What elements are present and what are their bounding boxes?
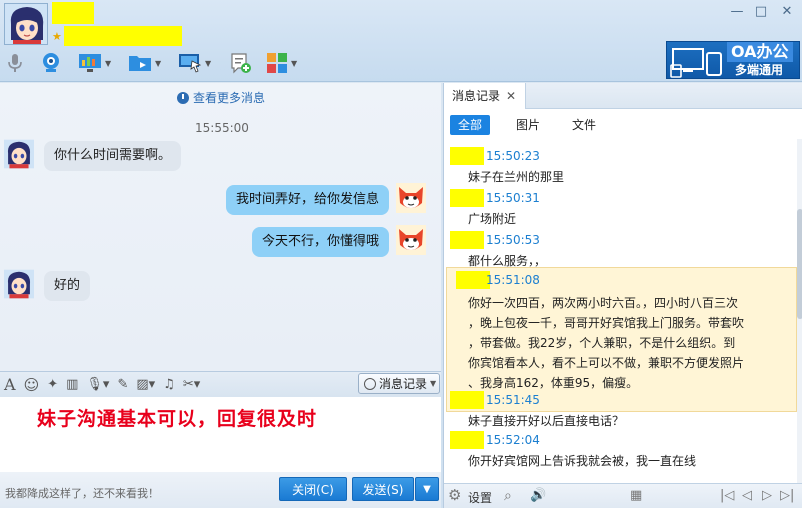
title-bar: ★ — □ ✕ ▼ ▼ ▼ ▼ OA办公 多端通用: [0, 0, 802, 82]
message-text: 妹子直接开好以后直接电话？: [468, 414, 625, 428]
message-time: 15:50:23: [486, 149, 540, 163]
contact-avatar[interactable]: [4, 3, 48, 45]
voice-message-icon[interactable]: 🎙▾: [86, 375, 109, 395]
redacted-sender: [450, 391, 484, 409]
video-clip-icon[interactable]: ▥: [66, 375, 78, 395]
search-icon[interactable]: ⌕: [504, 488, 512, 504]
self-avatar-small[interactable]: [396, 225, 426, 255]
clock-icon: [177, 91, 189, 104]
tab-label: 消息记录: [452, 89, 501, 103]
maximize-button[interactable]: □: [752, 4, 770, 20]
last-page-icon[interactable]: ▷|: [780, 488, 794, 503]
send-button[interactable]: 发送(S): [352, 477, 414, 501]
history-message-list[interactable]: 15:50:23 妹子在兰州的那里 15:50:31 广场附近 15:50:53…: [444, 139, 802, 483]
redacted-sender: [450, 431, 484, 449]
speaker-icon[interactable]: 🔊: [530, 488, 546, 503]
message-text-line: 、我身高162，体重95，偏瘦。: [468, 376, 639, 390]
camera-icon[interactable]: [40, 50, 62, 76]
filter-tab-files[interactable]: 文件: [564, 115, 604, 135]
message-bubble-outgoing[interactable]: 我时间弄好，给你发信息: [226, 185, 390, 215]
message-time: 15:50:53: [486, 233, 540, 247]
redacted-sender: [450, 189, 484, 207]
banner-title: OA办公: [727, 42, 793, 62]
banner-subtitle: 多端通用: [735, 63, 784, 77]
oa-office-banner[interactable]: OA办公 多端通用: [666, 41, 800, 79]
redacted-sender: [450, 231, 484, 249]
compose-footer: 我都降成这样了，还不来看我！ 关闭(C) 发送(S) ▼: [0, 472, 441, 508]
annotation-overlay-text: 妹子沟通基本可以，回复很及时: [37, 408, 318, 430]
compose-area[interactable]: 妹子沟通基本可以，回复很及时 我都降成这样了，还不来看我！ 关闭(C) 发送(S…: [0, 397, 441, 508]
chevron-down-icon: ▼: [430, 379, 437, 388]
message-text: 妹子在兰州的那里: [468, 170, 565, 184]
file-transfer-icon[interactable]: ▼: [128, 50, 161, 76]
message-time: 15:50:31: [486, 191, 540, 205]
tab-message-history[interactable]: 消息记录 ✕: [444, 83, 526, 109]
screenshot-scissors-icon[interactable]: ✂▾: [183, 375, 200, 395]
next-page-icon[interactable]: ▷: [762, 488, 772, 503]
prev-page-icon[interactable]: ◁: [742, 488, 752, 503]
message-bubble-outgoing[interactable]: 今天不行，你懂得哦: [252, 227, 390, 257]
send-options-dropdown[interactable]: ▼: [415, 477, 439, 501]
close-icon[interactable]: ✕: [506, 83, 516, 109]
more-messages-link[interactable]: 查看更多消息: [177, 89, 265, 106]
music-icon[interactable]: ♫: [163, 375, 175, 395]
contact-avatar-small[interactable]: [4, 269, 34, 299]
message-bubble-incoming[interactable]: 你什么时间需要啊。: [44, 141, 182, 171]
redacted-sender: [456, 271, 490, 289]
apps-icon[interactable]: ▼: [266, 50, 297, 76]
history-tab-bar: 消息记录 ✕: [444, 83, 802, 109]
redacted-contact-name: [52, 2, 94, 24]
chat-timestamp: 15:55:00: [195, 121, 249, 135]
chat-area: 查看更多消息 15:55:00 你什么时间需要啊。 我时间弄好，给你发信息 今天…: [0, 83, 441, 371]
message-history-label: 消息记录: [379, 377, 428, 391]
contact-status-text: 我都降成这样了，还不来看我！: [5, 487, 159, 500]
scrollbar-thumb[interactable]: [797, 209, 802, 319]
message-text-line: 你宾馆看本人，看不上可以不做，兼职不方便发照片: [468, 356, 745, 370]
history-scrollbar[interactable]: [797, 139, 802, 483]
message-time: 15:51:45: [486, 393, 540, 407]
more-messages-label: 查看更多消息: [193, 91, 266, 105]
message-text: 你开好宾馆网上告诉我就会被，我一直在线: [468, 454, 697, 468]
star-icon: ★: [52, 30, 62, 43]
history-panel: 消息记录 ✕ 全部 图片 文件 15:50:23 妹子在兰州的那里 15:50:…: [443, 83, 802, 508]
history-footer: ⚙ 设置 ⌕ 🔊 ▦ |◁ ◁ ▷ ▷|: [444, 483, 802, 508]
filter-tab-images[interactable]: 图片: [508, 115, 548, 135]
clock-icon: [364, 377, 376, 390]
calendar-icon[interactable]: ▦: [630, 488, 642, 503]
message-time: 15:51:08: [486, 273, 540, 287]
font-icon[interactable]: A: [4, 375, 16, 395]
message-bubble-incoming[interactable]: 好的: [44, 271, 91, 301]
redacted-contact-signature: [64, 26, 182, 46]
magic-wand-icon[interactable]: ✦: [47, 375, 58, 395]
new-task-icon[interactable]: [230, 50, 252, 76]
close-chat-button[interactable]: 关闭(C): [279, 477, 347, 501]
settings-label[interactable]: 设置: [468, 489, 492, 506]
contact-avatar-small[interactable]: [4, 139, 34, 169]
self-avatar-small[interactable]: [396, 183, 426, 213]
message-history-button[interactable]: 消息记录 ▼: [358, 373, 440, 394]
message-text-line: 你好一次四百，两次两小时六百。，四小时八百三次: [468, 296, 739, 310]
remote-assist-icon[interactable]: ▼: [178, 50, 211, 76]
edit-icon[interactable]: ✎: [117, 375, 128, 395]
emoji-icon[interactable]: ☺: [24, 375, 40, 395]
message-text: 都什么服务，，: [468, 254, 547, 268]
message-text-line: ，晚上包夜一千，哥哥开好宾馆我上门服务。带套吹: [468, 316, 745, 330]
message-text-line: ，带套做。我22岁，个人兼职，不是什么组织。到: [468, 336, 736, 350]
close-window-button[interactable]: ✕: [778, 4, 796, 20]
microphone-icon[interactable]: [6, 50, 24, 76]
history-filter-tabs: 全部 图片 文件: [444, 109, 802, 139]
first-page-icon[interactable]: |◁: [720, 488, 734, 503]
gear-icon[interactable]: ⚙: [448, 486, 461, 504]
message-text: 广场附近: [468, 212, 517, 226]
filter-tab-all[interactable]: 全部: [450, 115, 491, 135]
image-icon[interactable]: ▨▾: [136, 375, 155, 395]
redacted-sender: [450, 147, 484, 165]
message-time: 15:52:04: [486, 433, 540, 447]
screen-share-icon[interactable]: ▼: [78, 50, 111, 76]
minimize-button[interactable]: —: [728, 4, 746, 20]
